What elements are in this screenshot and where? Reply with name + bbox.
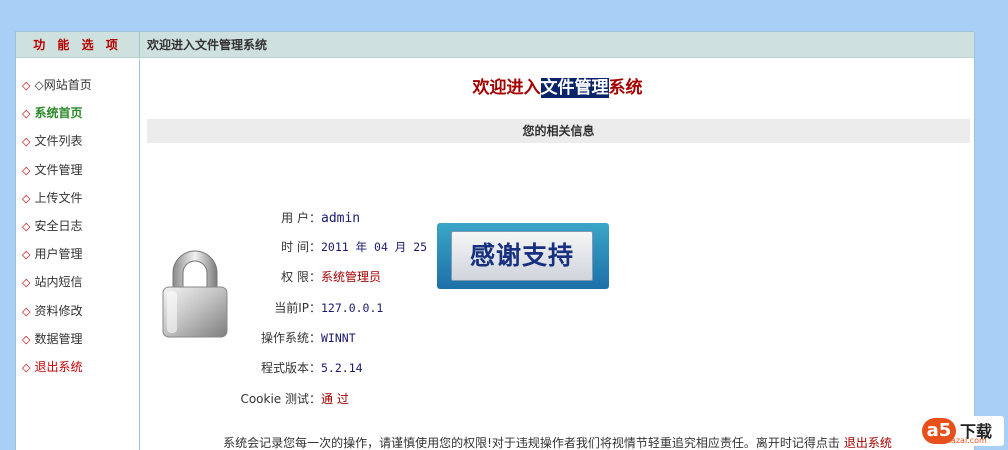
sidebar-item-label: 文件管理 xyxy=(34,162,83,177)
sidebar-item-label: 用户管理 xyxy=(34,247,83,262)
version-value: 5.2.14 xyxy=(321,361,363,375)
diamond-icon: ◇ xyxy=(22,191,31,205)
sidebar-item-profile[interactable]: ◇ 资料修改 xyxy=(16,297,139,325)
diamond-icon: ◇ xyxy=(22,135,31,149)
info-os-row: 操作系统：WINNT xyxy=(260,331,356,345)
diamond-icon: ◇ xyxy=(22,219,31,233)
sidebar-item-label: ◇网站首页 xyxy=(34,78,92,92)
info-user-row: 用 户：admin xyxy=(281,211,361,226)
diamond-icon: ◇ xyxy=(22,332,31,346)
sidebar-item-site-home[interactable]: ◇ ◇网站首页 xyxy=(16,71,139,99)
footer-logout-link[interactable]: 退出系统 xyxy=(844,436,892,450)
sidebar-item-upload[interactable]: ◇ 上传文件 xyxy=(16,184,139,212)
user-value: admin xyxy=(321,211,361,226)
page-title: 欢迎进入文件管理系统 xyxy=(472,78,643,98)
time-value: 2011 年 04 月 25 xyxy=(321,240,428,254)
top-bar: 功 能 选 项 欢迎进入文件管理系统 xyxy=(16,32,974,58)
sidebar-item-label: 退出系统 xyxy=(34,359,83,374)
sidebar-item-messages[interactable]: ◇ 站内短信 xyxy=(16,268,139,296)
info-cookie-row: Cookie 测试：通 过 xyxy=(240,392,349,406)
sidebar-item-label: 数据管理 xyxy=(34,331,83,346)
sidebar: ◇ ◇网站首页 ◇ 系统首页 ◇ 文件列表 ◇ 文件管理 ◇ 上传文件 ◇ 安全日志 ◇ 用户… xyxy=(16,59,140,450)
diamond-icon: ◇ xyxy=(22,163,31,177)
selected-text: 文件管理 xyxy=(540,78,609,98)
sidebar-item-file-list[interactable]: ◇ 文件列表 xyxy=(16,127,139,155)
info-time-row: 时 间：2011 年 04 月 25 xyxy=(281,240,428,254)
info-ip-row: 当前IP：127.0.0.1 xyxy=(274,301,384,315)
app-frame: 功 能 选 项 欢迎进入文件管理系统 ◇ ◇网站首页 ◇ 系统首页 ◇ 文件列表 ◇ 文… xyxy=(15,31,975,450)
diamond-icon: ◇ xyxy=(22,107,31,121)
diamond-icon: ◇ xyxy=(22,304,31,318)
sidebar-item-user-manage[interactable]: ◇ 用户管理 xyxy=(16,240,139,268)
padlock-icon xyxy=(157,249,233,339)
sidebar-item-logout[interactable]: ◇ 退出系统 xyxy=(16,353,139,381)
sidebar-item-label: 站内短信 xyxy=(34,275,83,290)
breadcrumb: 欢迎进入文件管理系统 xyxy=(147,38,268,52)
sidebar-item-label: 系统首页 xyxy=(34,106,83,121)
sidebar-item-label: 安全日志 xyxy=(34,218,83,233)
diamond-icon: ◇ xyxy=(22,79,31,92)
sidebar-item-data-manage[interactable]: ◇ 数据管理 xyxy=(16,325,139,353)
os-value: WINNT xyxy=(321,331,356,345)
sidebar-item-label: 资料修改 xyxy=(34,303,83,318)
permission-value: 系统管理员 xyxy=(321,270,382,284)
diamond-icon: ◇ xyxy=(22,360,31,374)
diamond-icon: ◇ xyxy=(22,276,31,290)
info-section-header: 您的相关信息 xyxy=(147,119,970,143)
info-permission-row: 权 限：系统管理员 xyxy=(281,270,382,284)
diamond-icon: ◇ xyxy=(22,248,31,262)
sidebar-item-security-log[interactable]: ◇ 安全日志 xyxy=(16,212,139,240)
options-title: 功 能 选 项 xyxy=(16,32,140,58)
sidebar-item-system-home[interactable]: ◇ 系统首页 xyxy=(16,99,139,127)
thanks-banner-label: 感谢支持 xyxy=(451,231,593,281)
ip-value: 127.0.0.1 xyxy=(321,301,384,315)
sidebar-item-label: 上传文件 xyxy=(34,190,83,205)
watermark-logo: a5 下载 xiazai.com xyxy=(920,416,1004,446)
main-content: 欢迎进入文件管理系统 您的相关信息 用 户：admin 时 间：2011 年 0… xyxy=(141,59,974,450)
thanks-banner[interactable]: 感谢支持 xyxy=(437,223,609,289)
sidebar-item-label: 文件列表 xyxy=(34,134,83,149)
footer-notice: 系统会记录您每一次的操作，请谨慎使用您的权限!对于违规操作者我们将视情节轻重追究… xyxy=(223,436,892,450)
sidebar-item-file-manage[interactable]: ◇ 文件管理 xyxy=(16,156,139,184)
cookie-value: 通 过 xyxy=(321,392,349,406)
info-version-row: 程式版本：5.2.14 xyxy=(260,361,363,375)
